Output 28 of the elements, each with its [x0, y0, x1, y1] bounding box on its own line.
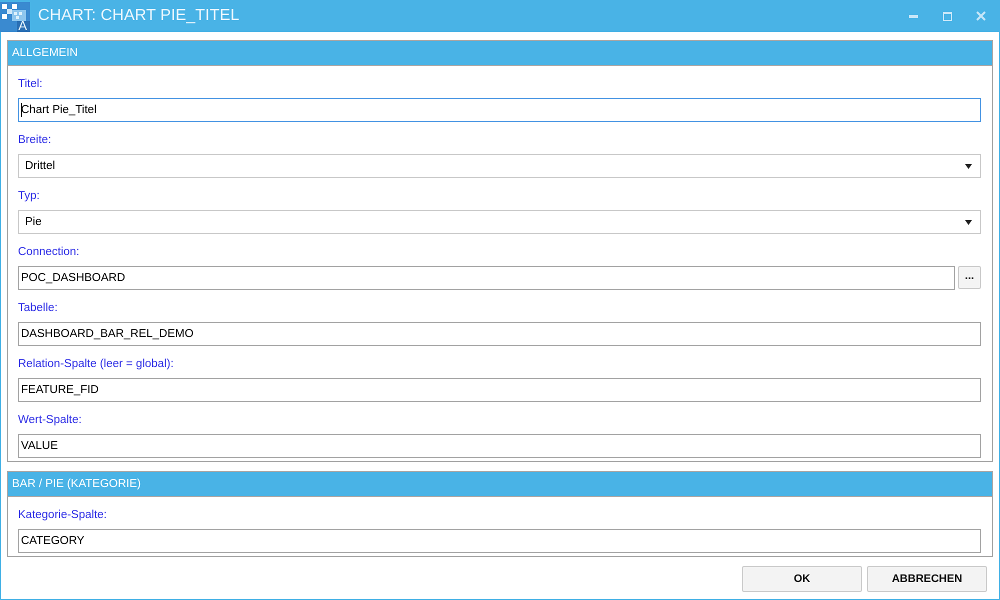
section-header: ALLGEMEIN — [8, 41, 992, 66]
field-label: Titel: — [18, 77, 42, 92]
browse-button[interactable]: ... — [958, 266, 981, 289]
field-label: Kategorie-Spalte: — [18, 508, 107, 523]
text-field[interactable]: FEATURE_FID — [18, 378, 981, 402]
section-header: BAR / PIE (KATEGORIE) — [8, 472, 992, 497]
window-title: CHART: CHART PIE_TITEL — [38, 7, 240, 25]
caret-down-icon — [965, 220, 972, 224]
dropdown-field[interactable]: Pie — [18, 210, 981, 234]
text-field[interactable]: DASHBOARD_BAR_REL_DEMO — [18, 322, 981, 346]
field-label: Tabelle: — [18, 301, 58, 316]
field-label: Breite: — [18, 133, 52, 148]
text-field[interactable]: VALUE — [18, 434, 981, 458]
field-label: Typ: — [18, 189, 40, 204]
dropdown-field[interactable]: Drittel — [18, 154, 981, 178]
app-icon: A — [0, 2, 30, 32]
text-field[interactable]: POC_DASHBOARD — [18, 266, 955, 290]
minimize-icon — [908, 14, 918, 18]
caret-down-icon — [965, 164, 972, 168]
dialog-button[interactable]: OK — [742, 566, 862, 592]
field-label: Relation-Spalte (leer = global): — [18, 357, 174, 372]
text-field[interactable]: Chart Pie_Titel — [18, 98, 981, 122]
close-icon — [976, 11, 986, 21]
text-field[interactable]: CATEGORY — [18, 529, 981, 553]
dialog-button[interactable]: ABBRECHEN — [867, 566, 987, 592]
field-label: Connection: — [18, 245, 80, 260]
maximize-icon — [942, 12, 952, 20]
field-label: Wert-Spalte: — [18, 413, 82, 428]
